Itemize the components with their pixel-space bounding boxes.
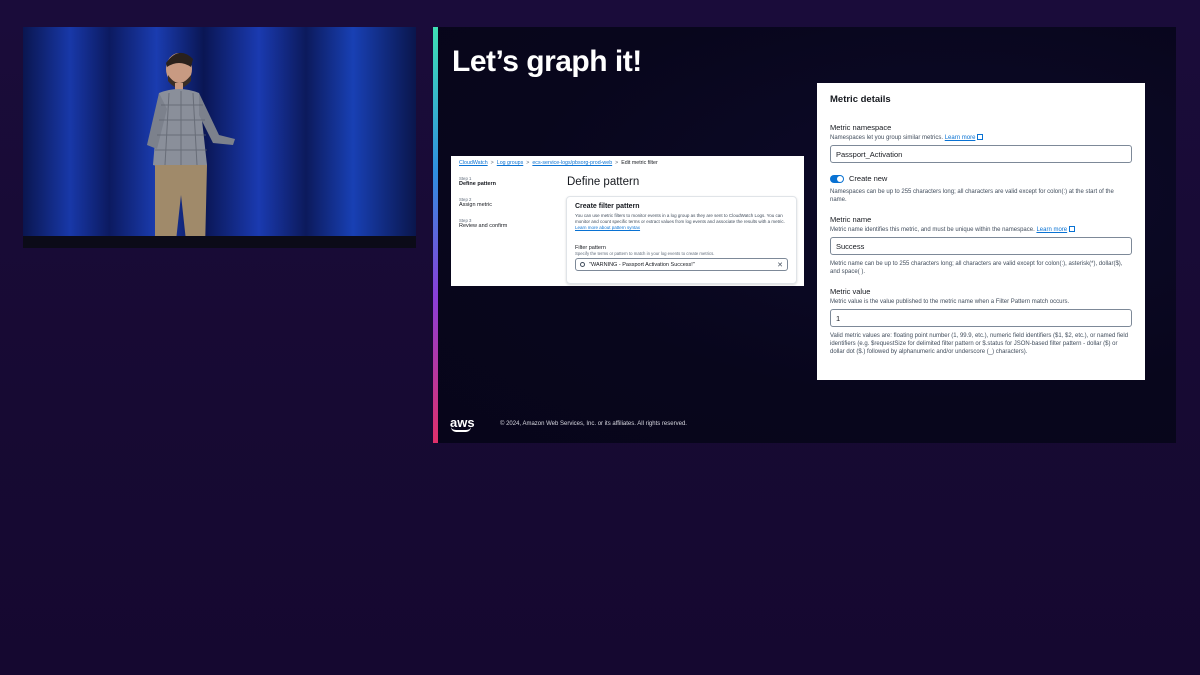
breadcrumb-current: Edit metric filter [621, 160, 658, 166]
metric-value-input[interactable]: 1 [830, 309, 1132, 327]
metric-value-help: Metric value is the value published to t… [830, 299, 1070, 305]
metric-namespace-input[interactable]: Passport_Activation [830, 145, 1132, 163]
filter-pattern-card: Create filter pattern You can use metric… [566, 196, 797, 284]
metric-value-label: Metric value [830, 287, 871, 296]
metric-value-rules: Valid metric values are: floating point … [830, 333, 1129, 355]
aws-smile-icon [451, 427, 471, 432]
create-new-label: Create new [849, 174, 888, 183]
card-description: You can use metric filters to monitor ev… [575, 213, 788, 231]
external-link-icon [977, 134, 984, 140]
copyright-text: © 2024, Amazon Web Services, Inc. or its… [500, 421, 687, 427]
chevron-right-icon: > [526, 160, 530, 166]
chevron-right-icon: > [615, 160, 619, 166]
clear-icon[interactable]: ✕ [777, 261, 783, 269]
breadcrumb-cloudwatch[interactable]: CloudWatch [459, 160, 488, 166]
step-define-pattern[interactable]: Define pattern [459, 181, 507, 187]
metric-namespace-label: Metric namespace [830, 123, 892, 132]
create-new-row: Create new [830, 174, 1132, 183]
metric-name-help: Metric name identifies this metric, and … [830, 226, 1132, 234]
aws-logo: aws [450, 415, 475, 432]
chevron-right-icon: > [490, 160, 494, 166]
metric-name-help-text: Metric name identifies this metric, and … [830, 227, 1035, 233]
metric-details-panel: Metric details Metric namespace Namespac… [817, 83, 1145, 380]
console-screenshot: CloudWatch > Log groups > ecs-service-logs/p… [451, 156, 804, 286]
search-icon [580, 262, 585, 267]
slide-accent-bar [433, 27, 438, 443]
metric-name-input[interactable]: Success [830, 237, 1132, 255]
wizard-steps: Step 1 Define pattern Step 2 Assign metr… [459, 176, 507, 239]
step-assign-metric[interactable]: Assign metric [459, 202, 507, 208]
learn-more-link[interactable]: Learn more [1036, 227, 1067, 233]
card-title: Create filter pattern [575, 203, 640, 210]
metric-name-label: Metric name [830, 215, 872, 224]
create-new-toggle[interactable] [830, 174, 844, 183]
filter-pattern-value: "WARNING - Passport Activation Success!" [589, 261, 695, 268]
metric-details-title: Metric details [830, 94, 891, 105]
page-title: Define pattern [567, 176, 640, 188]
card-description-text: You can use metric filters to monitor ev… [575, 213, 785, 224]
step-review-confirm[interactable]: Review and confirm [459, 223, 507, 229]
speaker-video [23, 27, 416, 248]
learn-more-link[interactable]: Learn more [945, 135, 976, 141]
filter-pattern-help: Specify the terms or pattern to match in… [575, 251, 715, 256]
speaker-figure [147, 52, 235, 248]
stage-floor [23, 236, 416, 248]
filter-pattern-input[interactable]: "WARNING - Passport Activation Success!"… [575, 258, 788, 271]
breadcrumb-log-groups[interactable]: Log groups [497, 160, 524, 166]
metric-name-rules: Metric name can be up to 255 characters … [830, 261, 1123, 275]
metric-namespace-help-text: Namespaces let you group similar metrics… [830, 135, 944, 141]
metric-namespace-help: Namespaces let you group similar metrics… [830, 134, 1132, 142]
namespace-rules: Namespaces can be up to 255 characters l… [830, 189, 1114, 203]
slide-title: Let’s graph it! [452, 45, 642, 78]
external-link-icon [1069, 226, 1076, 232]
pattern-syntax-link[interactable]: Learn more about pattern syntax [575, 225, 640, 230]
breadcrumb-log-group[interactable]: ecs-service-logs/pbsorg-prod-web [532, 160, 612, 166]
breadcrumb: CloudWatch > Log groups > ecs-service-logs/p… [459, 160, 658, 166]
presentation-slide: Let’s graph it! CloudWatch > Log groups > ec… [433, 27, 1176, 443]
